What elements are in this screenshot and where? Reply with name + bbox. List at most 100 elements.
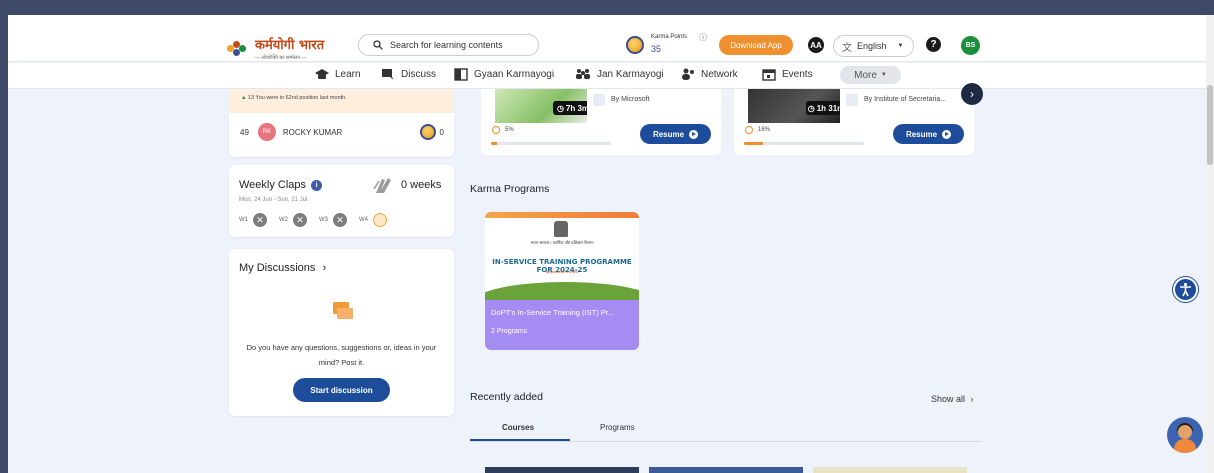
download-app-button[interactable]: Download App <box>719 35 793 55</box>
resume-label: Resume <box>905 129 938 139</box>
logo-tagline: — लोकोक्ति का सम्मेलन — <box>255 55 307 61</box>
up-arrow-icon: ▲ <box>241 95 247 101</box>
start-discussion-button[interactable]: Start discussion <box>293 378 390 402</box>
course-duration: ◷1h 31m <box>806 101 840 115</box>
program-name: DoPT's In-Service Training (IST) Pr... <box>491 308 615 317</box>
info-icon[interactable]: i <box>311 179 323 191</box>
more-menu-button[interactable]: More ▼ <box>840 66 901 84</box>
show-all-label: Show all <box>931 394 966 404</box>
nav-item-learn[interactable]: Learn <box>315 68 361 81</box>
nav-label: Jan Karmayogi <box>597 69 664 80</box>
active-tab-indicator <box>470 439 570 441</box>
play-icon <box>942 129 952 139</box>
course-thumbnail[interactable] <box>649 467 803 473</box>
karma-programs-title: Karma Programs <box>470 183 550 195</box>
program-image-subtitle: Application Invited <box>545 269 579 274</box>
close-icon: ✕ <box>333 213 347 227</box>
course-duration: ◷ 7h 3m <box>553 101 587 115</box>
duration-text: 1h 31m <box>816 103 840 113</box>
leaderboard-row: 49 RK ROCKY KUMAR 0 <box>240 123 444 141</box>
nav-item-network[interactable]: Network <box>681 68 738 81</box>
carousel-next-button[interactable]: › <box>961 83 983 105</box>
program-image: भारत सरकार / कार्मिक और प्रशिक्षण विभाग … <box>485 212 639 300</box>
week-label: W1 <box>239 217 248 223</box>
logo-emblem-icon <box>227 40 251 57</box>
nav-item-gyaan-karmayogi[interactable]: Gyaan Karmayogi <box>454 68 554 81</box>
accessibility-button[interactable] <box>1173 277 1198 302</box>
nav-item-discuss[interactable]: Discuss <box>381 68 436 81</box>
karma-coin-icon <box>419 124 436 140</box>
progress-fill <box>491 142 497 145</box>
user-avatar[interactable]: BS <box>961 36 980 55</box>
leaderboard-note: ▲ 13 You were in 62nd position last mont… <box>229 89 454 113</box>
course-card[interactable]: ◷ 7h 3m By Microsoft 5% Resume <box>481 89 721 155</box>
week-indicator: W3 ✕ <box>319 213 347 227</box>
discussions-prompt: Do you have any questions, suggestions o… <box>246 343 437 367</box>
recently-added-title: Recently added <box>470 391 543 403</box>
progress-text: 16% <box>758 127 771 133</box>
resume-button[interactable]: Resume <box>640 124 711 144</box>
course-progress-label: 5% <box>492 126 514 134</box>
top-header: कर्मयोगी भारत — लोकोक्ति का सम्मेलन — Se… <box>8 15 1206 62</box>
claps-date-range: Mon, 24 Jun - Sun, 21 Jul <box>239 197 308 203</box>
scrollbar-thumb[interactable] <box>1207 85 1213 165</box>
week-label: W3 <box>319 217 328 223</box>
karmayogi-logo[interactable]: कर्मयोगी भारत — लोकोक्ति का सम्मेलन — <box>227 36 324 61</box>
program-image-dept: भारत सरकार / कार्मिक और प्रशिक्षण विभाग <box>530 240 594 245</box>
week-indicator: W1 ✕ <box>239 213 267 227</box>
scrollbar[interactable] <box>1206 15 1214 473</box>
tab-courses[interactable]: Courses <box>502 423 534 432</box>
karma-points-label: Karma Points <box>651 34 688 40</box>
clock-icon: ◷ <box>807 103 815 113</box>
tab-programs[interactable]: Programs <box>600 423 635 432</box>
weekly-claps-card: Weekly Claps i 0 weeks Mon, 24 Jun - Sun… <box>229 165 454 237</box>
nav-label: Gyaan Karmayogi <box>474 69 555 80</box>
info-icon[interactable]: ⓘ <box>699 32 707 43</box>
chevron-down-icon: ▼ <box>897 43 904 49</box>
course-card[interactable]: ◷1h 31m By Institute of Secretaria... 16… <box>734 89 974 155</box>
user-points: 0 <box>439 127 444 137</box>
show-all-link[interactable]: Show all › <box>931 394 974 404</box>
course-provider: By Microsoft <box>611 96 650 103</box>
national-emblem-icon <box>554 221 568 237</box>
search-input[interactable]: Search for learning contents <box>358 34 539 56</box>
resume-button[interactable]: Resume <box>893 124 964 144</box>
language-select[interactable]: 文 English ▼ <box>833 35 914 57</box>
course-provider: By Institute of Secretaria... <box>864 96 947 103</box>
week-indicators: W1 ✕ W2 ✕ W3 ✕ W4 <box>239 213 387 227</box>
calendar-icon <box>762 69 776 81</box>
caret-down-icon: ▼ <box>880 72 887 78</box>
claps-value: 0 weeks <box>401 179 442 191</box>
week-indicator: W2 ✕ <box>279 213 307 227</box>
clock-icon <box>492 126 500 134</box>
clock-icon <box>745 126 753 134</box>
course-progress-bar <box>744 142 864 145</box>
course-thumbnail[interactable] <box>813 467 967 473</box>
resume-label: Resume <box>652 129 685 139</box>
translate-icon: 文 <box>842 42 852 54</box>
course-thumbnail[interactable] <box>485 467 639 473</box>
assistant-face <box>1178 425 1192 439</box>
clap-hands-icon <box>373 178 391 193</box>
my-discussions-card: My Discussions › Do you have any questio… <box>229 249 454 416</box>
chat-bubble-icon <box>333 302 353 319</box>
course-progress-label: 16% <box>745 126 770 134</box>
program-count: 2 Programs <box>491 328 528 335</box>
program-card[interactable]: भारत सरकार / कार्मिक और प्रशिक्षण विभाग … <box>485 212 639 350</box>
text-size-button[interactable]: AA <box>808 37 824 53</box>
nav-label: Network <box>701 69 738 80</box>
nav-item-jan-karmayogi[interactable]: Jan Karmayogi <box>575 68 664 81</box>
week-label: W4 <box>359 217 368 223</box>
app-frame: कर्मयोगी भारत — लोकोक्ति का सम्मेलन — Se… <box>8 15 1206 473</box>
accessibility-icon <box>1180 282 1191 297</box>
user-name: ROCKY KUMAR <box>282 127 343 137</box>
network-icon <box>682 68 694 80</box>
week-indicator: W4 <box>359 213 387 227</box>
nav-label: Learn <box>335 69 361 80</box>
discussions-title[interactable]: My Discussions › <box>239 262 326 274</box>
help-button[interactable]: ? <box>926 37 941 52</box>
progress-text: 5% <box>505 127 514 133</box>
nav-item-events[interactable]: Events <box>762 68 813 81</box>
logo-text: कर्मयोगी भारत <box>255 38 325 53</box>
assistant-avatar-button[interactable] <box>1167 417 1203 453</box>
